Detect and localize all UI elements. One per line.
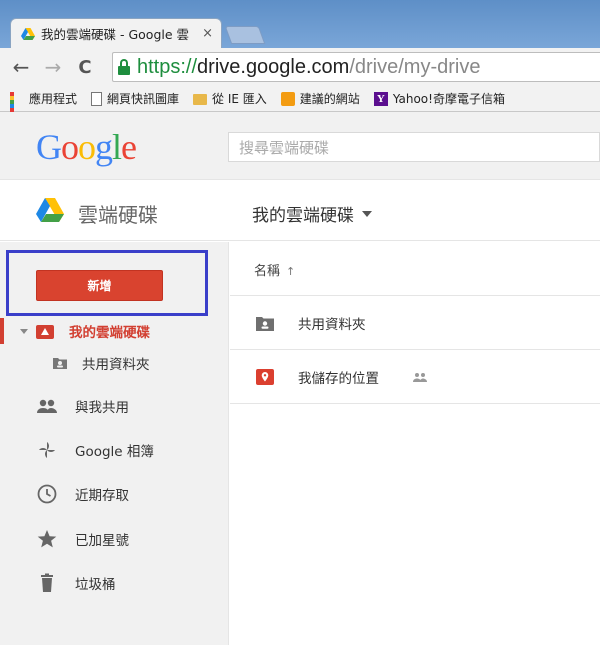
drive-favicon-icon: [21, 27, 35, 40]
expand-triangle-icon[interactable]: [20, 329, 28, 334]
tab-title: 我的雲端硬碟 - Google 雲: [41, 27, 190, 42]
bookmark-apps[interactable]: 應用程式: [10, 90, 78, 128]
google-logo[interactable]: Google: [36, 126, 137, 168]
sidebar-item-shared-with-me[interactable]: 與我共用: [36, 396, 129, 416]
sidebar-item-recent[interactable]: 近期存取: [36, 484, 129, 504]
sidebar-item-label: 與我共用: [75, 400, 129, 416]
active-indicator: [0, 318, 4, 344]
search-input[interactable]: 搜尋雲端硬碟: [228, 132, 600, 162]
bookmark-label: 應用程式: [29, 92, 78, 106]
shared-folder-icon: [256, 316, 274, 331]
sidebar-item-trash[interactable]: 垃圾桶: [36, 573, 116, 593]
sidebar-item-shared-folder[interactable]: 共用資料夾: [52, 353, 150, 373]
sidebar-item-label: 共用資料夾: [82, 357, 150, 373]
photos-icon: [39, 442, 55, 458]
trash-icon: [41, 573, 53, 592]
bookmark-label: Yahoo!奇摩電子信箱: [392, 92, 505, 106]
apps-icon: [10, 91, 24, 128]
column-header-name[interactable]: 名稱 ↑: [230, 242, 600, 296]
new-tab-button[interactable]: [224, 26, 266, 44]
chevron-down-icon: [362, 210, 372, 217]
sidebar-item-google-photos[interactable]: Google 相簿: [36, 440, 154, 460]
bookmark-label: 建議的網站: [299, 92, 360, 106]
file-name: 共用資料夾: [298, 316, 366, 333]
shared-folder-icon: [53, 358, 67, 369]
back-arrow-icon[interactable]: ←: [8, 55, 34, 79]
url-path: /drive/my-drive: [349, 55, 481, 78]
sidebar-item-label: 我的雲端硬碟: [69, 325, 150, 341]
address-bar[interactable]: https://drive.google.com/drive/my-drive: [112, 52, 600, 82]
sidebar-item-label: Google 相簿: [75, 444, 154, 460]
reload-icon[interactable]: C: [72, 57, 98, 78]
people-icon: [37, 399, 57, 413]
file-name: 我儲存的位置: [298, 370, 379, 387]
tab-close-icon[interactable]: ×: [202, 26, 213, 41]
sidebar-item-starred[interactable]: 已加星號: [36, 529, 129, 549]
drive-logo-icon[interactable]: [36, 198, 64, 222]
bookmark-web-slice[interactable]: 網頁快訊圖庫: [91, 90, 179, 107]
app-name: 雲端硬碟: [78, 203, 158, 227]
browser-tab[interactable]: 我的雲端硬碟 - Google 雲 ×: [10, 18, 222, 48]
bookmark-label: 從 IE 匯入: [212, 92, 267, 106]
breadcrumb-label: 我的雲端硬碟: [252, 206, 354, 226]
shared-people-icon: [413, 373, 427, 382]
clock-icon: [37, 484, 57, 504]
breadcrumb[interactable]: 我的雲端硬碟: [252, 201, 372, 226]
url-host: drive.google.com: [197, 55, 350, 78]
file-row-saved-places[interactable]: 我儲存的位置: [230, 350, 600, 404]
bookmarks-bar: 應用程式 網頁快訊圖庫 從 IE 匯入 建議的網站 Y Yahoo!奇摩電子信箱: [0, 86, 600, 128]
bookmark-suggested-sites[interactable]: 建議的網站: [280, 90, 360, 107]
forward-arrow-icon[interactable]: →: [40, 55, 66, 79]
page-icon: [91, 91, 103, 106]
lock-icon: [117, 59, 131, 75]
bookmark-yahoo-mail[interactable]: Y Yahoo!奇摩電子信箱: [373, 90, 505, 107]
new-button[interactable]: 新增: [36, 270, 163, 301]
file-row-shared-folder[interactable]: 共用資料夾: [230, 296, 600, 350]
bookmark-ie-import[interactable]: 從 IE 匯入: [193, 90, 267, 107]
search-placeholder: 搜尋雲端硬碟: [239, 138, 330, 157]
sidebar-item-label: 垃圾桶: [75, 577, 116, 593]
column-label: 名稱: [254, 264, 281, 279]
bookmark-label: 網頁快訊圖庫: [107, 92, 180, 106]
sort-arrow-icon: ↑: [286, 265, 296, 278]
map-pin-icon: [256, 368, 274, 385]
sidebar-item-my-drive[interactable]: 我的雲端硬碟: [35, 321, 150, 341]
yahoo-icon: Y: [373, 91, 388, 106]
star-icon: [37, 530, 57, 548]
suggested-sites-icon: [280, 91, 295, 106]
my-drive-icon: [36, 325, 54, 339]
sidebar-item-label: 近期存取: [75, 488, 129, 504]
url-protocol: https://: [137, 55, 198, 78]
folder-icon: [193, 94, 208, 105]
sidebar-item-label: 已加星號: [75, 533, 129, 549]
